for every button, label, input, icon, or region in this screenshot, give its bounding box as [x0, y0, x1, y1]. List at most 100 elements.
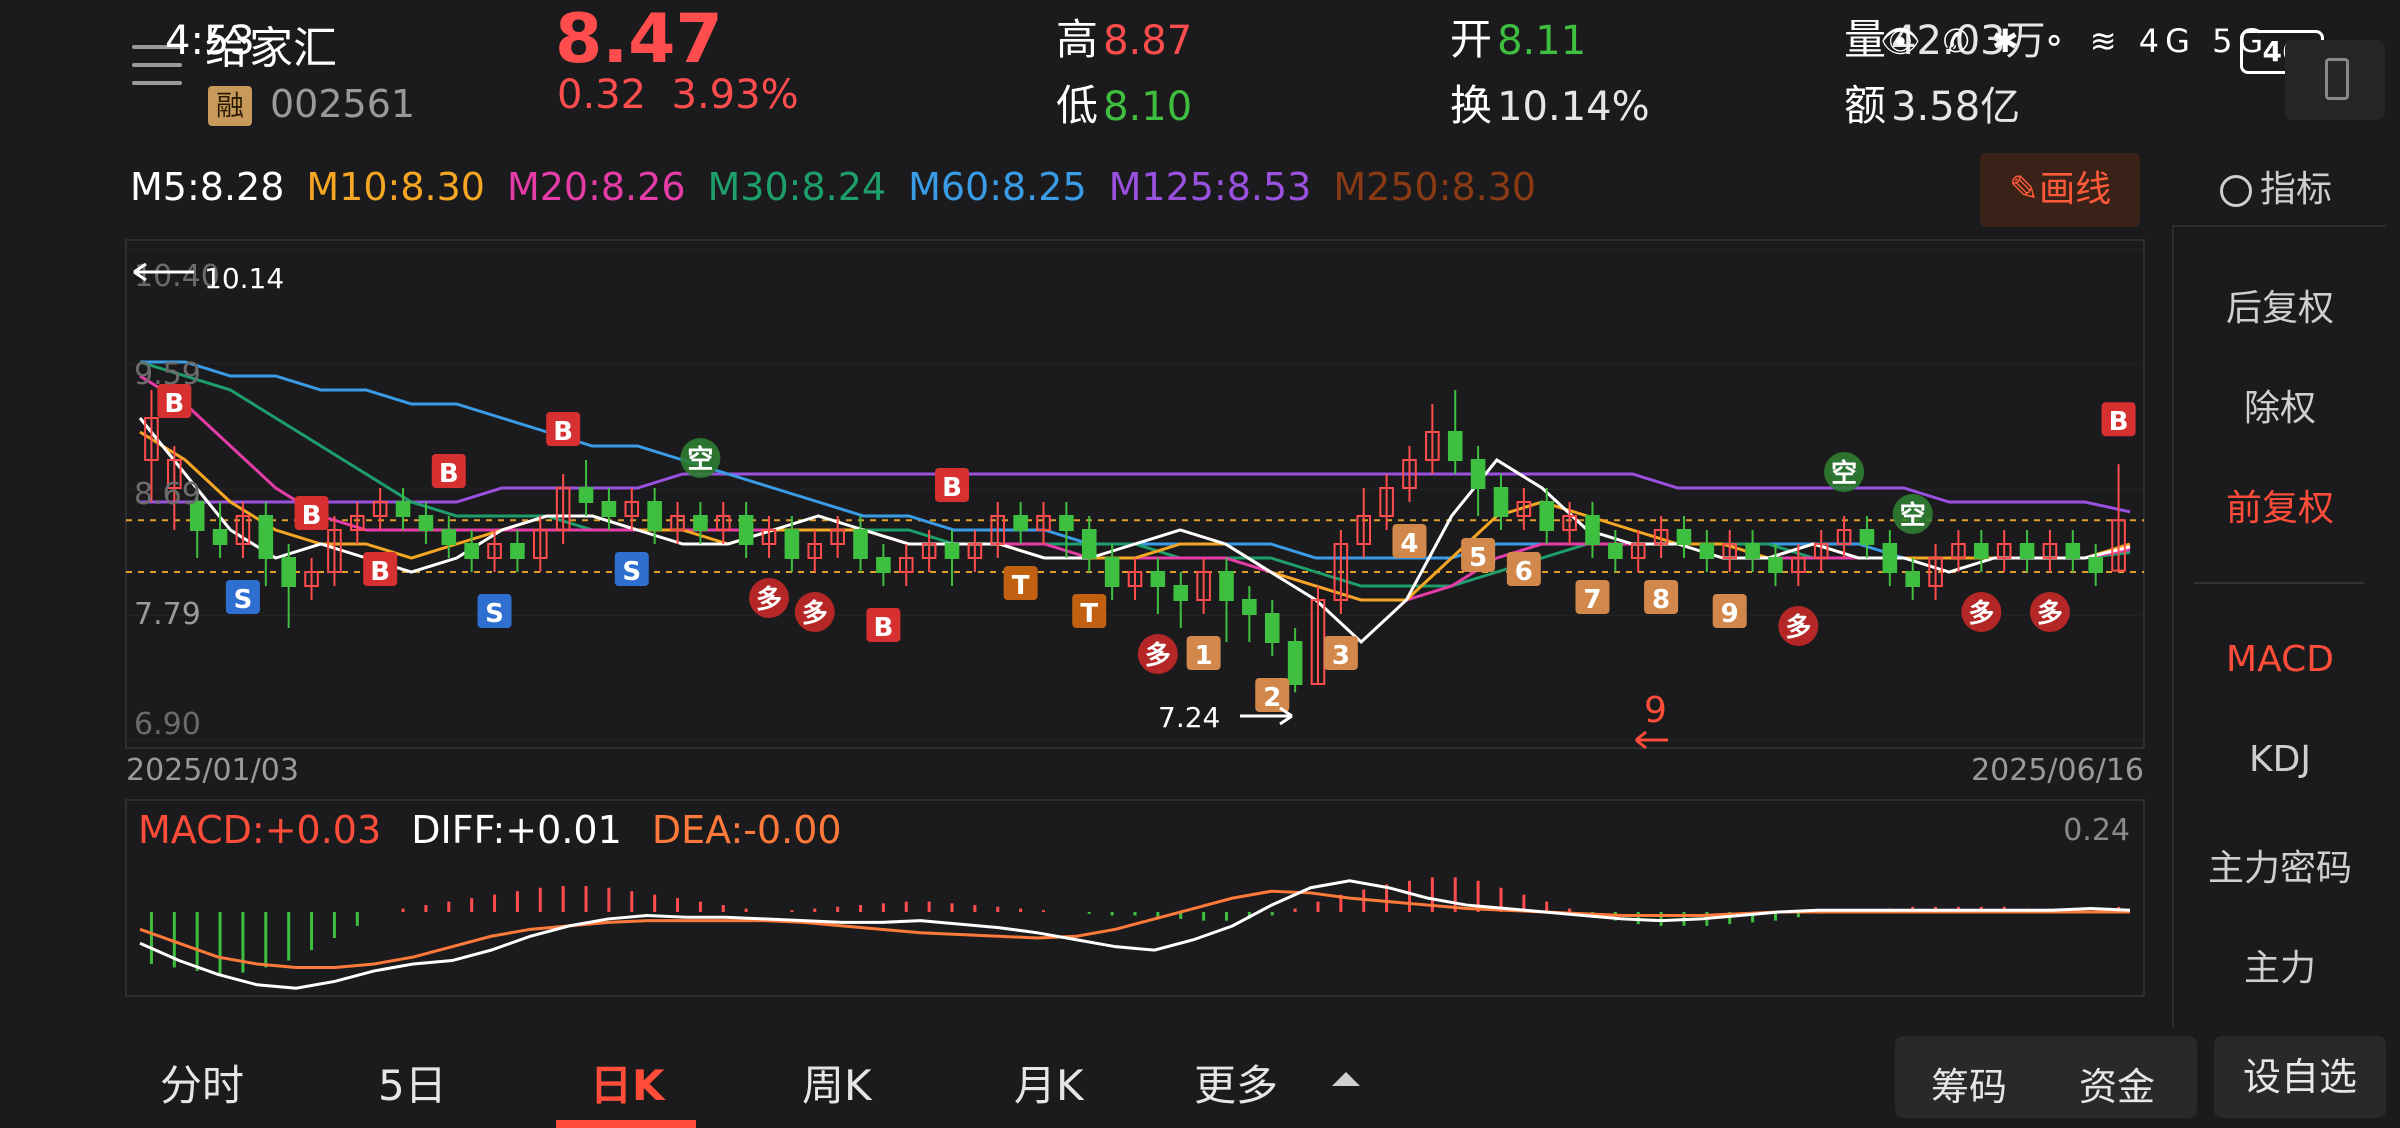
signal-marker-label: B — [370, 557, 390, 587]
candle-body — [876, 557, 891, 573]
candle-body — [418, 515, 434, 531]
candle-body — [738, 515, 754, 545]
kline-grid — [126, 249, 2144, 741]
candle-body — [258, 515, 274, 559]
candle-body — [1585, 515, 1600, 545]
candles — [144, 390, 2126, 693]
candle-body — [395, 501, 411, 517]
signal-marker-label: 多 — [2037, 599, 2063, 629]
y-tick-label: 8.69 — [134, 477, 201, 512]
signal-marker-label: 多 — [756, 585, 782, 615]
signal-marker-label: 8 — [1652, 585, 1670, 615]
candle-body — [1676, 529, 1692, 545]
macd-legend: MACD:+0.03 DIFF:+0.01 DEA:-0.00 — [138, 808, 860, 852]
diff-line — [139, 879, 2131, 990]
candle-body — [1219, 571, 1234, 601]
signal-marker-label: 9 — [1721, 599, 1739, 629]
y-tick-label: 6.90 — [134, 707, 201, 742]
candle-body — [1699, 543, 1715, 559]
dea-value: DEA:-0.00 — [651, 808, 842, 852]
signal-marker-label: 7 — [1583, 585, 1601, 615]
chip-funds-group: 筹码 资金 — [1895, 1036, 2197, 1118]
candle-body — [212, 529, 228, 545]
candle-body — [1150, 571, 1166, 587]
candle-body — [1287, 641, 1303, 685]
diff-value: DIFF:+0.01 — [411, 808, 622, 852]
candle-body — [1745, 543, 1760, 559]
candle-body — [1882, 543, 1898, 573]
candle-body — [2088, 557, 2103, 573]
candle-body — [2019, 543, 2035, 559]
signal-marker-label: 多 — [1785, 613, 1811, 643]
candle-body — [1608, 543, 1623, 559]
candle-body — [601, 501, 617, 517]
tab-monthly[interactable]: 月K — [1014, 1052, 1084, 1113]
min-price-label: 7.24 — [1158, 701, 1220, 734]
max-price-label: 10.14 — [204, 262, 284, 295]
signal-marker-label: 多 — [802, 599, 828, 629]
signal-marker-label: 6 — [1515, 557, 1533, 587]
signal-marker-label: S — [234, 585, 253, 615]
signal-marker-label: 1 — [1195, 641, 1213, 671]
candle-body — [1104, 557, 1120, 587]
chips-button[interactable]: 筹码 — [1931, 1056, 2007, 1111]
signal-marker-label: B — [164, 389, 184, 419]
signal-marker-label: B — [439, 459, 459, 489]
period-tabs: 分时 5日 日K 周K 月K 更多 筹码 资金 设自选 — [0, 1030, 2400, 1128]
candle-body — [1081, 529, 1097, 559]
signal-marker-label: 空 — [1900, 500, 1926, 531]
candle-body — [853, 529, 868, 559]
signal-marker-label: B — [302, 501, 322, 531]
kline-chart[interactable]: BSBBBSBS空多多 BBTT多 1234 5 67 8 9 多空空多 多B 10.40 9.… — [0, 0, 2400, 1128]
candle-body — [1264, 613, 1280, 643]
candle-body — [693, 515, 708, 531]
candle-body — [1470, 459, 1486, 489]
kline-panel-frame — [125, 239, 2145, 749]
candle-body — [1905, 571, 1920, 587]
tab-weekly[interactable]: 周K — [802, 1052, 872, 1113]
candle-body — [1539, 501, 1555, 531]
candle-body — [2065, 543, 2081, 559]
tab-more[interactable]: 更多 — [1194, 1052, 1278, 1113]
x-start-label: 2025/01/03 — [126, 753, 299, 788]
candle-body — [464, 543, 479, 559]
candle-body — [1013, 515, 1028, 531]
tab-intraday[interactable]: 分时 — [160, 1052, 244, 1113]
active-tab-underline — [556, 1120, 696, 1128]
tab-5day[interactable]: 5日 — [378, 1052, 447, 1113]
marker-arrow-icon — [1635, 730, 1668, 750]
x-axis-marker: 9 — [1644, 690, 1667, 731]
macd-value: MACD:+0.03 — [138, 808, 382, 852]
signal-marker-label: 2 — [1263, 683, 1281, 713]
candle-body — [944, 543, 960, 559]
candle-body — [1242, 599, 1257, 615]
candle-body — [1859, 529, 1875, 545]
signal-marker-label: 5 — [1469, 543, 1487, 573]
tab-daily[interactable]: 日K — [590, 1052, 665, 1113]
signal-marker-label: S — [485, 599, 504, 629]
candle-body — [1493, 487, 1509, 517]
signal-marker-label: S — [622, 557, 641, 587]
y-tick-label: 7.79 — [134, 597, 201, 632]
candle-body — [1059, 515, 1074, 531]
signal-marker-label: 多 — [1968, 599, 1994, 629]
signal-marker-label: B — [942, 473, 962, 503]
candle-body — [441, 529, 457, 545]
macd-lines — [139, 879, 2131, 990]
candle-body — [510, 543, 525, 559]
x-end-label: 2025/06/16 — [1971, 753, 2144, 788]
candle-body — [578, 487, 594, 503]
signal-marker-label: B — [553, 417, 573, 447]
signal-marker-label: 3 — [1332, 641, 1350, 671]
candle-body — [1173, 585, 1189, 601]
signal-marker-label: 多 — [1145, 641, 1171, 671]
funds-button[interactable]: 资金 — [2079, 1056, 2155, 1111]
caret-up-icon[interactable] — [1332, 1072, 1360, 1086]
candle-body — [1447, 431, 1463, 461]
macd-max-label: 0.24 — [2063, 813, 2130, 848]
add-watchlist-button[interactable]: 设自选 — [2214, 1036, 2386, 1118]
signal-marker-label: B — [873, 613, 893, 643]
y-tick-label: 9.59 — [134, 357, 201, 392]
candle-body — [1768, 557, 1783, 573]
dea-line — [139, 889, 2130, 969]
